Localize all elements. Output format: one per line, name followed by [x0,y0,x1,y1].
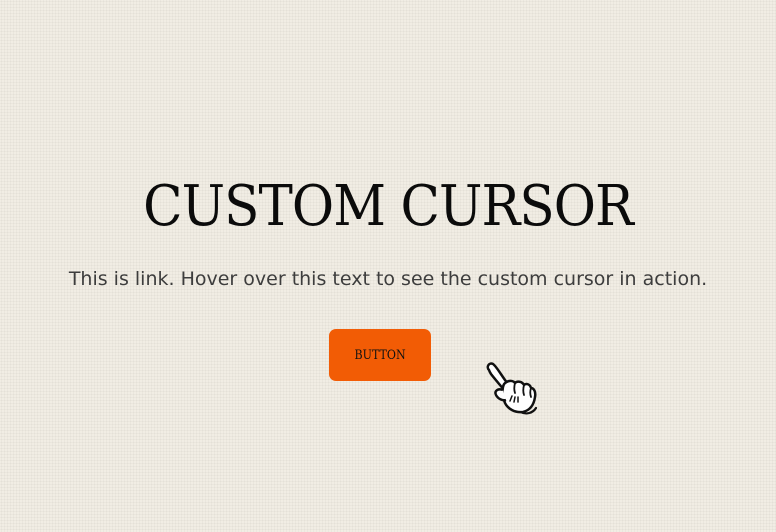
main-button[interactable]: BUTTON [329,329,431,381]
cartoon-pointing-hand-icon [486,362,538,415]
page-title: CUSTOM CURSOR [143,174,634,239]
subtitle-rest: Hover over this text to see the custom c… [174,268,708,290]
subtitle-link[interactable]: This is link. [69,268,175,290]
button-label: BUTTON [354,347,406,363]
subtitle-text: This is link. Hover over this text to se… [0,266,776,292]
page-content: CUSTOM CURSOR This is link. Hover over t… [0,0,776,532]
